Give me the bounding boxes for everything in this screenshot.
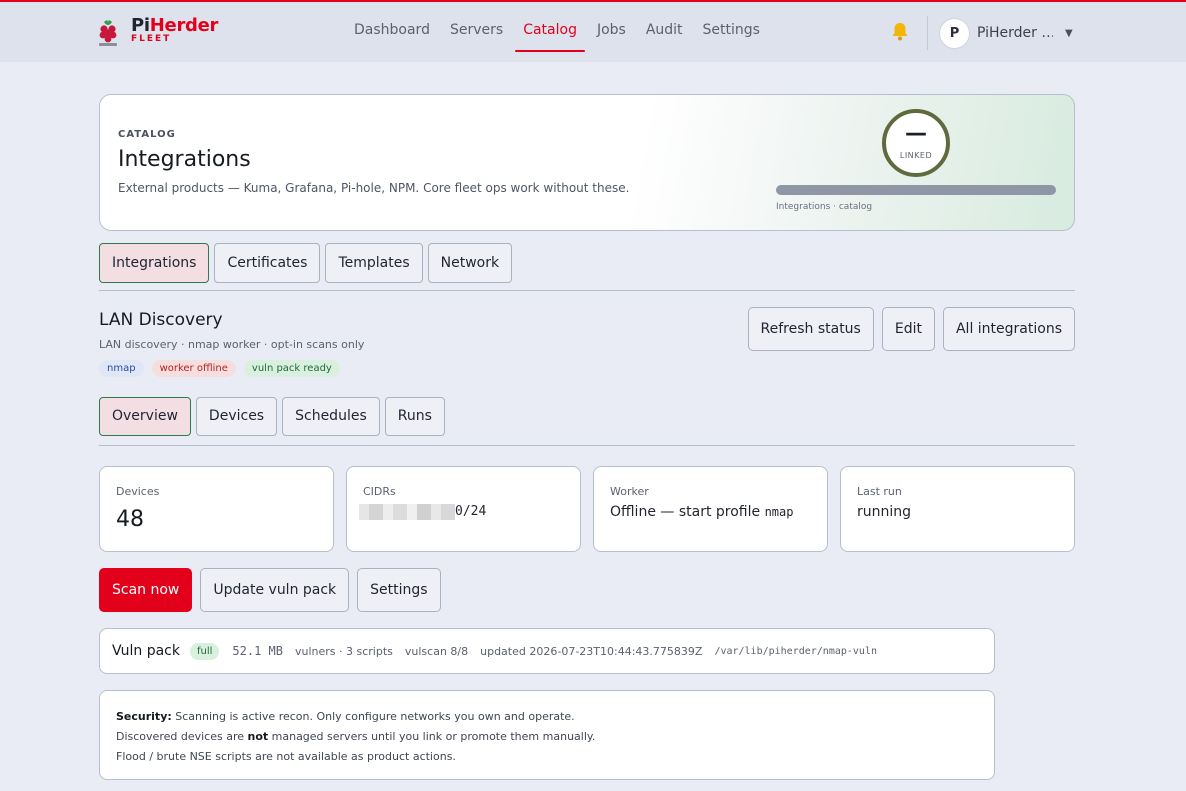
chevron-down-icon: ▼ <box>1065 27 1073 39</box>
update-vuln-pack-button[interactable]: Update vuln pack <box>200 568 350 612</box>
vuln-pack-path: /var/lib/piherder/nmap-vuln <box>714 645 877 657</box>
stat-label: CIDRs <box>363 485 396 498</box>
nav-audit[interactable]: Audit <box>638 16 691 44</box>
divider <box>927 16 928 50</box>
linked-count-ring: — LINKED <box>882 109 950 177</box>
stat-value: 48 <box>116 507 144 532</box>
user-name: PiHerder … <box>977 25 1053 41</box>
tab-schedules[interactable]: Schedules <box>282 397 380 436</box>
stat-value: 0/24 <box>455 504 487 519</box>
tab-templates[interactable]: Templates <box>325 243 423 283</box>
page-description: External products — Kuma, Grafana, Pi-ho… <box>118 181 630 195</box>
top-navbar: PiHerder FLEET Dashboard Servers Catalog… <box>0 0 1186 62</box>
all-integrations-button[interactable]: All integrations <box>942 307 1075 351</box>
nav-settings[interactable]: Settings <box>695 16 768 44</box>
integration-actions: Refresh status Edit All integrations <box>740 307 1075 351</box>
vuln-pack-updated: updated 2026-07-23T10:44:43.775839Z <box>480 644 703 658</box>
stat-value: running <box>857 504 912 520</box>
page-eyebrow: CATALOG <box>118 129 176 140</box>
avatar: P <box>939 17 970 49</box>
vuln-pack-vulscan: vulscan 8/8 <box>404 644 469 658</box>
catalog-tabs: Integrations Certificates Templates Netw… <box>99 243 517 283</box>
vuln-pack-strip: Vuln pack full 52.1 MB vulners · 3 scrip… <box>99 628 995 674</box>
tab-integrations[interactable]: Integrations <box>99 243 210 283</box>
tab-certificates[interactable]: Certificates <box>214 243 321 283</box>
refresh-status-button[interactable]: Refresh status <box>747 307 874 351</box>
vuln-pack-status-badge: full <box>189 642 220 660</box>
stat-card-worker: Worker Offline — start profile nmap <box>593 466 828 552</box>
scan-actions: Scan now Update vuln pack Settings <box>99 568 449 612</box>
security-note-line: Discovered devices are not managed serve… <box>116 730 596 743</box>
brand[interactable]: PiHerder FLEET <box>131 15 219 44</box>
stat-value: Offline — start profile nmap <box>610 504 794 520</box>
nav-dashboard[interactable]: Dashboard <box>346 16 438 44</box>
page-title: Integrations <box>118 147 251 172</box>
scan-settings-button[interactable]: Settings <box>357 568 441 612</box>
security-note-line: Security: Scanning is active recon. Only… <box>116 710 575 723</box>
edit-button[interactable]: Edit <box>881 307 935 351</box>
badge-vuln-pack-ready: vuln pack ready <box>243 360 340 377</box>
tab-runs[interactable]: Runs <box>384 397 445 436</box>
redacted-network-address <box>359 504 455 520</box>
stat-label: Worker <box>610 485 649 498</box>
catalog-hero-card: CATALOG Integrations External products —… <box>99 94 1075 231</box>
tab-overview[interactable]: Overview <box>99 397 191 436</box>
tab-network[interactable]: Network <box>427 243 513 283</box>
stat-card-last-run: Last run running <box>840 466 1075 552</box>
stat-card-devices: Devices 48 <box>99 466 334 552</box>
nav-jobs[interactable]: Jobs <box>589 16 634 44</box>
badge-worker-offline: worker offline <box>151 360 236 377</box>
vuln-pack-title: Vuln pack <box>112 643 180 659</box>
security-note: Security: Scanning is active recon. Only… <box>99 690 995 780</box>
integration-subtitle: LAN discovery · nmap worker · opt-in sca… <box>99 338 365 351</box>
integration-title: LAN Discovery <box>99 310 223 330</box>
brand-name: PiHerder <box>131 15 219 36</box>
vuln-pack-size: 52.1 MB <box>232 644 283 658</box>
divider <box>99 445 1075 446</box>
bell-icon[interactable] <box>889 21 911 43</box>
brand-sub: FLEET <box>131 34 172 44</box>
vuln-pack-scripts: vulners · 3 scripts <box>294 644 393 658</box>
stat-card-cidrs: CIDRs 0/24 <box>346 466 581 552</box>
linked-count-label: LINKED <box>899 151 933 160</box>
main-nav: Dashboard Servers Catalog Jobs Audit Set… <box>346 16 772 52</box>
stat-label: Devices <box>116 485 160 498</box>
security-note-line: Flood / brute NSE scripts are not availa… <box>116 750 456 763</box>
catalog-progress-bar <box>776 185 1056 195</box>
divider <box>99 290 1075 291</box>
badge-nmap: nmap <box>99 360 144 377</box>
nav-catalog[interactable]: Catalog <box>515 16 585 52</box>
progress-caption: Integrations · catalog <box>776 202 873 212</box>
raspberry-logo-icon[interactable] <box>96 18 120 48</box>
nav-servers[interactable]: Servers <box>442 16 511 44</box>
tab-devices[interactable]: Devices <box>195 397 278 436</box>
integration-subtabs: Overview Devices Schedules Runs <box>99 397 450 436</box>
user-menu[interactable]: P PiHerder … ▼ <box>939 17 1073 49</box>
scan-now-button[interactable]: Scan now <box>99 568 193 612</box>
linked-count-value: — <box>905 121 927 146</box>
integration-badges: nmap worker offline vuln pack ready <box>99 360 348 377</box>
stat-label: Last run <box>857 485 902 498</box>
